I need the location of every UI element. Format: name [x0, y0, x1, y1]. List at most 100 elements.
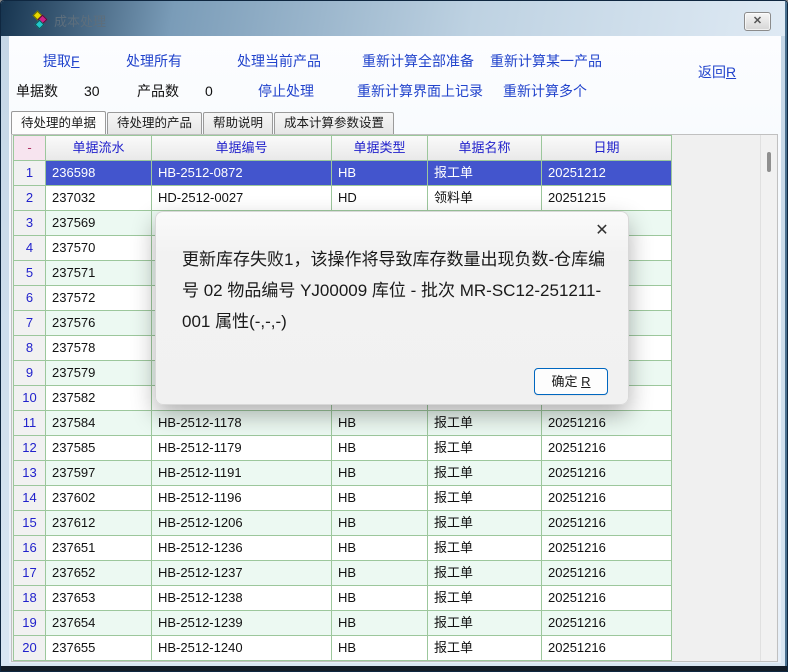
row-number-cell[interactable]: 16 [14, 536, 46, 561]
table-cell[interactable]: HB [332, 411, 428, 436]
table-cell[interactable] [46, 661, 152, 662]
table-cell[interactable]: 领料单 [428, 186, 542, 211]
table-cell[interactable]: 单据编号 [152, 136, 332, 161]
recalc-all-prepare-button[interactable]: 重新计算全部准备 [362, 51, 474, 71]
table-cell[interactable] [332, 661, 428, 662]
table-cell[interactable]: HB-2512-1238 [152, 586, 332, 611]
table-cell[interactable]: 20251216 [542, 586, 672, 611]
table-cell[interactable]: 237032 [46, 186, 152, 211]
table-cell[interactable]: 237651 [46, 536, 152, 561]
row-number-cell[interactable]: 2 [14, 186, 46, 211]
table-cell[interactable]: 20251216 [542, 611, 672, 636]
row-number-cell[interactable]: 6 [14, 286, 46, 311]
table-cell[interactable]: HB-2512-1206 [152, 511, 332, 536]
table-cell[interactable]: 报工单 [428, 636, 542, 661]
extract-button[interactable]: 提取F [43, 51, 80, 71]
row-number-cell[interactable]: 17 [14, 561, 46, 586]
table-cell[interactable]: 报工单 [428, 611, 542, 636]
table-cell[interactable]: HD-2512-0027 [152, 186, 332, 211]
table-cell[interactable]: 237569 [46, 211, 152, 236]
table-cell[interactable]: HD [332, 186, 428, 211]
table-cell[interactable]: 报工单 [428, 536, 542, 561]
table-cell[interactable]: 报工单 [428, 411, 542, 436]
table-cell[interactable]: 237572 [46, 286, 152, 311]
table-cell[interactable]: 237571 [46, 261, 152, 286]
table-cell[interactable]: 237653 [46, 586, 152, 611]
table-cell[interactable]: 20251216 [542, 636, 672, 661]
tab-3[interactable]: 成本计算参数设置 [274, 112, 394, 134]
table-cell[interactable]: 单据名称 [428, 136, 542, 161]
table-cell[interactable]: HB [332, 636, 428, 661]
row-number-cell[interactable]: 15 [14, 511, 46, 536]
row-number-cell[interactable]: 5 [14, 261, 46, 286]
row-number-cell[interactable]: 7 [14, 311, 46, 336]
table-cell[interactable]: 237655 [46, 636, 152, 661]
table-cell[interactable] [152, 661, 332, 662]
table-cell[interactable]: HB [332, 436, 428, 461]
table-cell[interactable]: HB-2512-1196 [152, 486, 332, 511]
row-number-cell[interactable]: 14 [14, 486, 46, 511]
table-cell[interactable]: 237570 [46, 236, 152, 261]
table-cell[interactable]: HB-2512-1237 [152, 561, 332, 586]
table-cell[interactable]: 237612 [46, 511, 152, 536]
table-cell[interactable]: 日期 [542, 136, 672, 161]
table-cell[interactable]: 报工单 [428, 511, 542, 536]
table-cell[interactable]: 报工单 [428, 561, 542, 586]
row-number-cell[interactable]: 1 [14, 161, 46, 186]
recalc-one-product-button[interactable]: 重新计算某一产品 [490, 51, 602, 71]
scrollbar-thumb[interactable] [767, 152, 771, 172]
table-cell[interactable]: 20251212 [542, 161, 672, 186]
row-number-cell[interactable]: 19 [14, 611, 46, 636]
vertical-scrollbar[interactable] [760, 135, 776, 661]
recalc-multiple-button[interactable]: 重新计算多个 [503, 81, 587, 101]
table-cell[interactable]: 单据类型 [332, 136, 428, 161]
table-cell[interactable]: 237582 [46, 386, 152, 411]
table-cell[interactable]: 20251216 [542, 536, 672, 561]
row-number-cell[interactable]: 20 [14, 636, 46, 661]
table-cell[interactable]: 报工单 [428, 586, 542, 611]
table-cell[interactable]: HB [332, 486, 428, 511]
table-cell[interactable]: HB [332, 536, 428, 561]
table-cell[interactable]: 237597 [46, 461, 152, 486]
table-cell[interactable]: HB-2512-1178 [152, 411, 332, 436]
table-cell[interactable]: 报工单 [428, 486, 542, 511]
table-cell[interactable]: 237578 [46, 336, 152, 361]
table-cell[interactable]: 20251216 [542, 436, 672, 461]
row-number-cell[interactable]: 4 [14, 236, 46, 261]
table-cell[interactable]: 20251216 [542, 561, 672, 586]
row-number-cell[interactable]: 18 [14, 586, 46, 611]
table-cell[interactable]: 237602 [46, 486, 152, 511]
row-number-cell[interactable]: - [14, 136, 46, 161]
table-cell[interactable]: HB-2512-1236 [152, 536, 332, 561]
tab-0[interactable]: 待处理的单据 [11, 111, 106, 134]
table-cell[interactable]: HB [332, 586, 428, 611]
table-cell[interactable]: 20251216 [542, 511, 672, 536]
dialog-close-icon[interactable]: ✕ [590, 218, 614, 242]
return-button[interactable]: 返回R [698, 62, 736, 82]
table-cell[interactable]: 237579 [46, 361, 152, 386]
table-cell[interactable]: 237584 [46, 411, 152, 436]
table-cell[interactable]: 报工单 [428, 461, 542, 486]
process-current-product-button[interactable]: 处理当前产品 [237, 51, 321, 71]
table-cell[interactable]: HB-2512-1191 [152, 461, 332, 486]
table-cell[interactable]: HB-2512-1240 [152, 636, 332, 661]
table-cell[interactable]: HB [332, 561, 428, 586]
table-cell[interactable]: 237585 [46, 436, 152, 461]
row-number-cell[interactable]: 12 [14, 436, 46, 461]
table-cell[interactable]: HB [332, 511, 428, 536]
row-number-cell[interactable]: 10 [14, 386, 46, 411]
table-cell[interactable]: 20251216 [542, 486, 672, 511]
process-all-button[interactable]: 处理所有 [126, 51, 182, 71]
table-cell[interactable]: 单据流水 [46, 136, 152, 161]
row-number-cell[interactable]: 11 [14, 411, 46, 436]
tab-2[interactable]: 帮助说明 [203, 112, 273, 134]
table-cell[interactable] [428, 661, 542, 662]
stop-processing-button[interactable]: 停止处理 [258, 81, 314, 101]
tab-1[interactable]: 待处理的产品 [107, 112, 202, 134]
table-cell[interactable]: HB-2512-1179 [152, 436, 332, 461]
row-number-cell[interactable] [14, 661, 46, 662]
table-cell[interactable]: 20251215 [542, 186, 672, 211]
row-number-cell[interactable]: 3 [14, 211, 46, 236]
recalc-ui-records-button[interactable]: 重新计算界面上记录 [357, 81, 483, 101]
table-cell[interactable]: 20251216 [542, 461, 672, 486]
